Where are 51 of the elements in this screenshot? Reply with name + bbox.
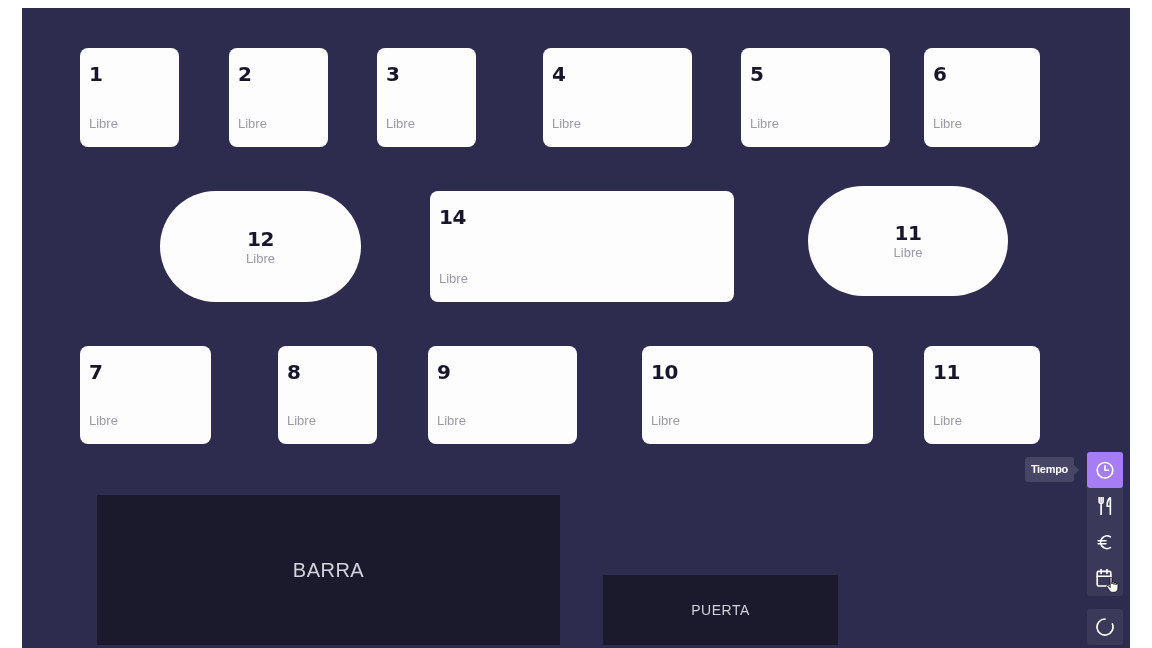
table-status: Libre — [439, 271, 468, 287]
table-card[interactable]: 3 Libre — [377, 48, 476, 147]
zone-label: BARRA — [292, 558, 365, 582]
table-status: Libre — [386, 116, 415, 132]
refresh-button[interactable] — [1087, 609, 1123, 645]
table-card[interactable]: 11 Libre — [808, 186, 1008, 296]
refresh-icon — [1096, 618, 1114, 636]
table-card[interactable]: 4 Libre — [543, 48, 692, 147]
table-number: 10 — [651, 360, 678, 384]
table-number: 1 — [89, 62, 103, 86]
fork-knife-icon — [1096, 497, 1114, 515]
table-status: Libre — [287, 413, 316, 429]
table-card[interactable]: 14 Libre — [430, 191, 734, 302]
table-status: Libre — [552, 116, 581, 132]
table-number: 12 — [247, 226, 274, 251]
table-card[interactable]: 9 Libre — [428, 346, 577, 444]
table-number: 7 — [89, 360, 103, 384]
table-number: 14 — [439, 205, 466, 229]
table-number: 6 — [933, 62, 947, 86]
table-number: 2 — [238, 62, 252, 86]
table-number: 11 — [933, 360, 960, 384]
table-status: Libre — [933, 413, 962, 429]
table-status: Libre — [89, 413, 118, 429]
table-status: Libre — [437, 413, 466, 429]
table-number: 5 — [750, 62, 764, 86]
table-status: Libre — [933, 116, 962, 132]
table-card[interactable]: 8 Libre — [278, 346, 377, 444]
calendar-icon — [1096, 569, 1114, 587]
table-card[interactable]: 2 Libre — [229, 48, 328, 147]
table-status: Libre — [246, 250, 275, 267]
tooltip: Tiempo — [1024, 457, 1079, 482]
euro-icon — [1096, 533, 1114, 551]
table-status: Libre — [651, 413, 680, 429]
table-status: Libre — [238, 116, 267, 132]
table-card[interactable]: 1 Libre — [80, 48, 179, 147]
table-card[interactable]: 7 Libre — [80, 346, 211, 444]
table-number: 3 — [386, 62, 400, 86]
table-card[interactable]: 10 Libre — [642, 346, 873, 444]
clock-icon — [1096, 461, 1114, 479]
table-card[interactable]: 6 Libre — [924, 48, 1040, 147]
table-status: Libre — [893, 245, 923, 261]
table-number: 8 — [287, 360, 301, 384]
table-number: 4 — [552, 62, 566, 86]
table-card[interactable]: 11 Libre — [924, 346, 1040, 444]
table-status: Libre — [750, 116, 779, 132]
table-status: Libre — [89, 116, 118, 132]
table-card[interactable]: 12 Libre — [160, 191, 361, 302]
zone-label: PUERTA — [691, 602, 750, 618]
table-number: 11 — [894, 221, 922, 245]
table-number: 9 — [437, 360, 451, 384]
table-card[interactable]: 5 Libre — [741, 48, 890, 147]
